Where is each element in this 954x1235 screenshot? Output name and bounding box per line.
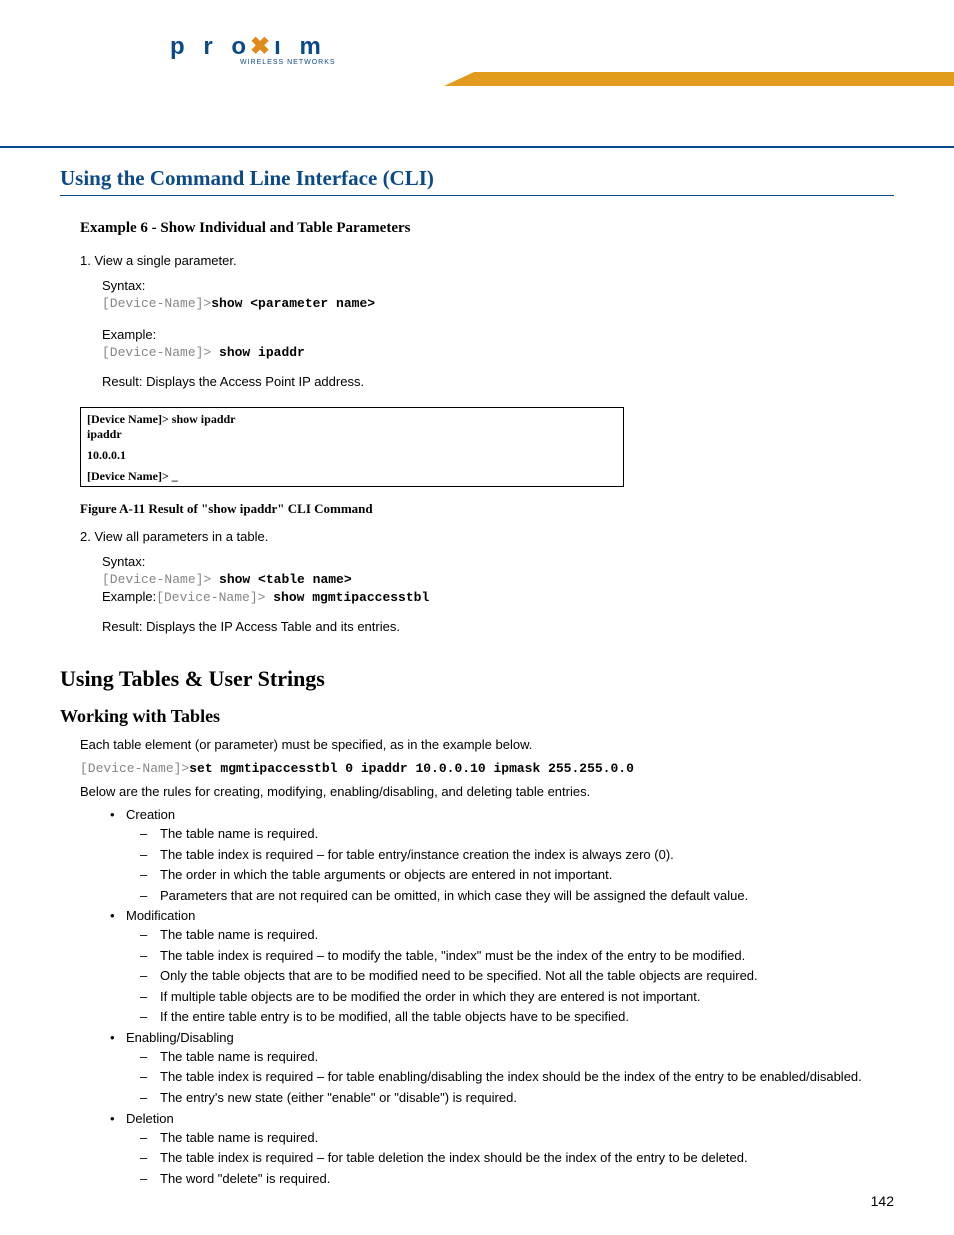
figure-caption: Figure A-11 Result of "show ipaddr" CLI … — [80, 501, 894, 517]
cli-prompt: [Device-Name]> — [102, 296, 211, 311]
logo-letter: ı — [274, 33, 287, 61]
result-text: Result: Displays the IP Access Table and… — [102, 619, 894, 634]
terminal-line: ipaddr — [87, 427, 617, 442]
logo-letter: r — [203, 33, 218, 61]
list-item: The table name is required. — [126, 825, 894, 843]
logo-letter: p — [170, 33, 191, 61]
step-2: 2. View all parameters in a table. — [80, 529, 894, 544]
rule-title: Enabling/Disabling — [126, 1030, 234, 1045]
syntax-label: Syntax: — [102, 278, 894, 293]
list-item: The table name is required. — [126, 926, 894, 944]
cli-prompt: [Device-Name]> — [102, 572, 219, 587]
rule-deletion: Deletion The table name is required. The… — [80, 1111, 894, 1188]
terminal-line: 10.0.0.1 — [87, 448, 617, 463]
cli-prompt: [Device-Name]> — [102, 345, 219, 360]
list-item: The table index is required – for table … — [126, 1149, 894, 1167]
step-1: 1. View a single parameter. — [80, 253, 894, 268]
list-item: The word "delete" is required. — [126, 1170, 894, 1188]
header-rule — [0, 146, 954, 148]
heading-tables-user-strings: Using Tables & User Strings — [60, 666, 894, 692]
paragraph: Each table element (or parameter) must b… — [80, 737, 894, 752]
example-heading: Example 6 - Show Individual and Table Pa… — [80, 220, 894, 237]
example-label-inline: Example: — [102, 589, 156, 604]
example-label: Example: — [102, 327, 894, 342]
list-item: The table name is required. — [126, 1048, 894, 1066]
terminal-line: [Device Name]> _ — [87, 469, 617, 484]
result-text: Result: Displays the Access Point IP add… — [102, 374, 894, 389]
terminal-line: [Device Name]> show ipaddr — [87, 412, 617, 427]
cli-command: show <parameter name> — [211, 296, 375, 311]
page-number: 142 — [871, 1193, 894, 1209]
rule-title: Modification — [126, 908, 195, 923]
rules-list: Creation The table name is required. The… — [80, 807, 894, 1187]
list-item: The table index is required – for table … — [126, 1068, 894, 1086]
list-item: If the entire table entry is to be modif… — [126, 1008, 894, 1026]
list-item: The table index is required – to modify … — [126, 947, 894, 965]
cli-command: show ipaddr — [219, 345, 305, 360]
rule-title: Creation — [126, 807, 175, 822]
cli-command: set mgmtipaccesstbl 0 ipaddr 10.0.0.10 i… — [189, 761, 634, 776]
logo-letter: m — [299, 33, 326, 61]
cli-prompt: [Device-Name]> — [156, 590, 273, 605]
logo-letter: o — [231, 33, 252, 61]
section-title: Using the Command Line Interface (CLI) — [60, 166, 894, 196]
rule-title: Deletion — [126, 1111, 174, 1126]
list-item: If multiple table objects are to be modi… — [126, 988, 894, 1006]
logo-x-icon: ✖ — [250, 32, 276, 61]
list-item: Only the table objects that are to be mo… — [126, 967, 894, 985]
rule-enabling: Enabling/Disabling The table name is req… — [80, 1030, 894, 1107]
list-item: The order in which the table arguments o… — [126, 866, 894, 884]
paragraph: Below are the rules for creating, modify… — [80, 784, 894, 799]
rule-creation: Creation The table name is required. The… — [80, 807, 894, 904]
proxim-logo: p r o ✖ ı m WIRELESS NETWORKS — [170, 32, 336, 66]
rule-modification: Modification The table name is required.… — [80, 908, 894, 1026]
terminal-output: [Device Name]> show ipaddr ipaddr 10.0.0… — [80, 407, 624, 487]
cli-command: show <table name> — [219, 572, 352, 587]
list-item: The table name is required. — [126, 1129, 894, 1147]
cli-command: show mgmtipaccesstbl — [273, 590, 429, 605]
heading-working-tables: Working with Tables — [60, 706, 894, 727]
page-header: p r o ✖ ı m WIRELESS NETWORKS — [60, 30, 894, 90]
cli-prompt: [Device-Name]> — [80, 761, 189, 776]
header-accent-bar — [474, 72, 954, 86]
syntax-label: Syntax: — [102, 554, 894, 569]
list-item: The table index is required – for table … — [126, 846, 894, 864]
list-item: Parameters that are not required can be … — [126, 887, 894, 905]
list-item: The entry's new state (either "enable" o… — [126, 1089, 894, 1107]
logo-tagline: WIRELESS NETWORKS — [240, 59, 336, 66]
